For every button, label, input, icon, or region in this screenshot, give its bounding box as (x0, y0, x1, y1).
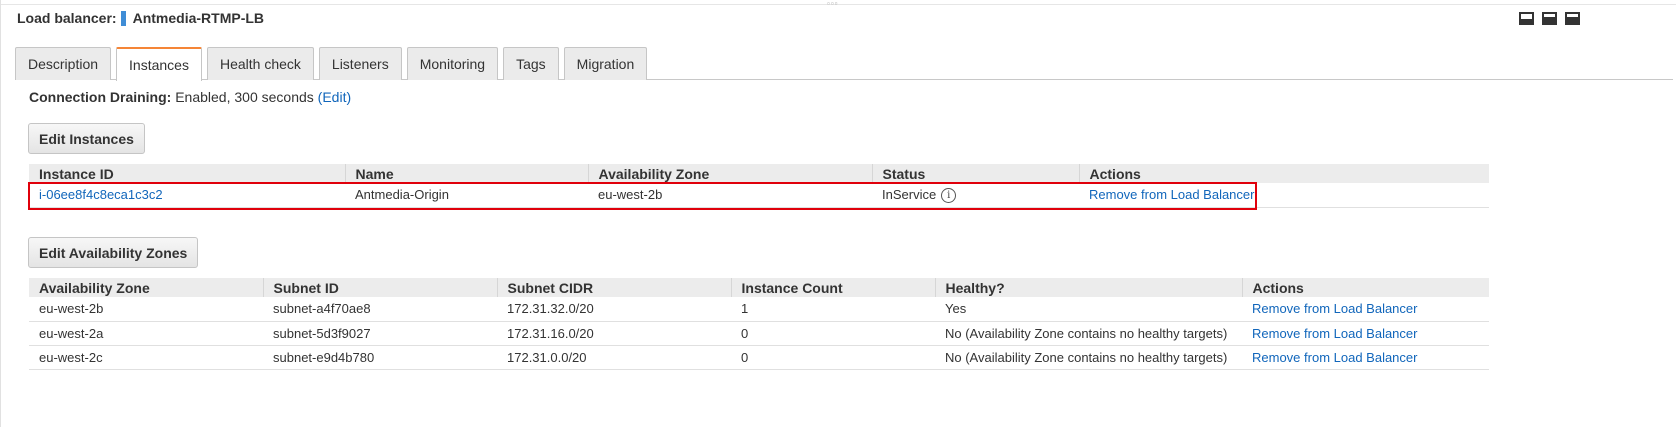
status-text: InService (882, 186, 937, 202)
zone-cell: eu-west-2a (29, 321, 263, 346)
tab-listeners[interactable]: Listeners (318, 47, 402, 80)
tab-health-check[interactable]: Health check (206, 47, 314, 80)
instance-zone: eu-west-2b (588, 183, 872, 208)
tab-bar: Description Instances Health check Liste… (15, 47, 648, 81)
column-header[interactable]: Healthy? (934, 278, 1242, 297)
column-header[interactable]: Availability Zone (587, 164, 872, 183)
healthy-cell: No (Availability Zone contains no health… (935, 345, 1242, 370)
edit-instances-button[interactable]: Edit Instances (28, 123, 145, 154)
column-header[interactable]: Name (344, 164, 588, 183)
tab-instances[interactable]: Instances (116, 47, 202, 81)
column-header[interactable]: Availability Zone (29, 278, 263, 297)
header-label: Load balancer: (17, 10, 117, 26)
subnet-id-cell: subnet-5d3f9027 (263, 321, 497, 346)
connection-draining-label: Connection Draining: (29, 89, 172, 105)
view-toggle-group (1519, 12, 1580, 25)
load-balancer-header: Load balancer: Antmedia-RTMP-LB (17, 10, 264, 26)
load-balancer-name: Antmedia-RTMP-LB (132, 10, 265, 26)
table-row: eu-west-2a subnet-5d3f9027 172.31.16.0/2… (29, 321, 1489, 346)
zone-cell: eu-west-2c (29, 345, 263, 370)
minimize-pane-icon[interactable] (1519, 12, 1534, 25)
instance-status: InService i (872, 183, 1079, 208)
table-row: eu-west-2b subnet-a4f70ae8 172.31.32.0/2… (29, 297, 1489, 322)
connection-draining-value: Enabled, 300 seconds (175, 89, 314, 105)
edit-connection-draining-link[interactable]: (Edit) (318, 89, 351, 105)
instances-table: Instance ID Name Availability Zone Statu… (29, 164, 1489, 208)
instance-count-cell: 0 (731, 345, 935, 370)
tab-description[interactable]: Description (15, 47, 112, 80)
tab-monitoring[interactable]: Monitoring (406, 47, 499, 80)
column-header[interactable]: Instance Count (730, 278, 935, 297)
availability-zones-table: Availability Zone Subnet ID Subnet CIDR … (29, 278, 1489, 370)
color-marker (120, 10, 126, 26)
tab-migration[interactable]: Migration (563, 47, 648, 80)
instance-count-cell: 0 (731, 321, 935, 346)
maximize-pane-icon[interactable] (1565, 12, 1580, 25)
subnet-id-cell: subnet-e9d4b780 (263, 345, 497, 370)
table-header-row: Instance ID Name Availability Zone Statu… (29, 164, 1489, 183)
subnet-id-cell: subnet-a4f70ae8 (263, 297, 497, 322)
column-header[interactable]: Instance ID (29, 164, 345, 183)
subnet-cidr-cell: 172.31.16.0/20 (497, 321, 731, 346)
edit-availability-zones-button[interactable]: Edit Availability Zones (28, 237, 199, 268)
load-balancer-detail-panel: ▫▫▫ Load balancer: Antmedia-RTMP-LB Desc… (0, 0, 1676, 427)
table-row: i-06ee8f4c8eca1c3c2 Antmedia-Origin eu-w… (29, 183, 1489, 208)
table-row: eu-west-2c subnet-e9d4b780 172.31.0.0/20… (29, 345, 1489, 370)
table-header-row: Availability Zone Subnet ID Subnet CIDR … (29, 278, 1489, 297)
subnet-cidr-cell: 172.31.32.0/20 (497, 297, 731, 322)
column-header[interactable]: Subnet CIDR (496, 278, 731, 297)
zone-cell: eu-west-2b (29, 297, 263, 322)
subnet-cidr-cell: 172.31.0.0/20 (497, 345, 731, 370)
instance-id-link[interactable]: i-06ee8f4c8eca1c3c2 (39, 187, 163, 202)
instance-name: Antmedia-Origin (345, 183, 588, 208)
healthy-cell: No (Availability Zone contains no health… (935, 321, 1242, 346)
remove-instance-link[interactable]: Remove from Load Balancer (1089, 187, 1254, 202)
info-icon[interactable]: i (941, 187, 957, 203)
remove-zone-link[interactable]: Remove from Load Balancer (1252, 350, 1417, 365)
split-pane-icon[interactable] (1542, 12, 1557, 25)
column-header[interactable]: Subnet ID (262, 278, 497, 297)
column-header[interactable]: Status (871, 164, 1079, 183)
remove-zone-link[interactable]: Remove from Load Balancer (1252, 326, 1417, 341)
tab-tags[interactable]: Tags (503, 47, 559, 80)
instance-count-cell: 1 (731, 297, 935, 322)
resize-handle[interactable]: ▫▫▫ (827, 0, 839, 8)
healthy-cell: Yes (935, 297, 1242, 322)
column-header[interactable]: Actions (1078, 164, 1489, 183)
column-header[interactable]: Actions (1241, 278, 1489, 297)
connection-draining: Connection Draining: Enabled, 300 second… (29, 89, 351, 105)
remove-zone-link[interactable]: Remove from Load Balancer (1252, 301, 1417, 316)
